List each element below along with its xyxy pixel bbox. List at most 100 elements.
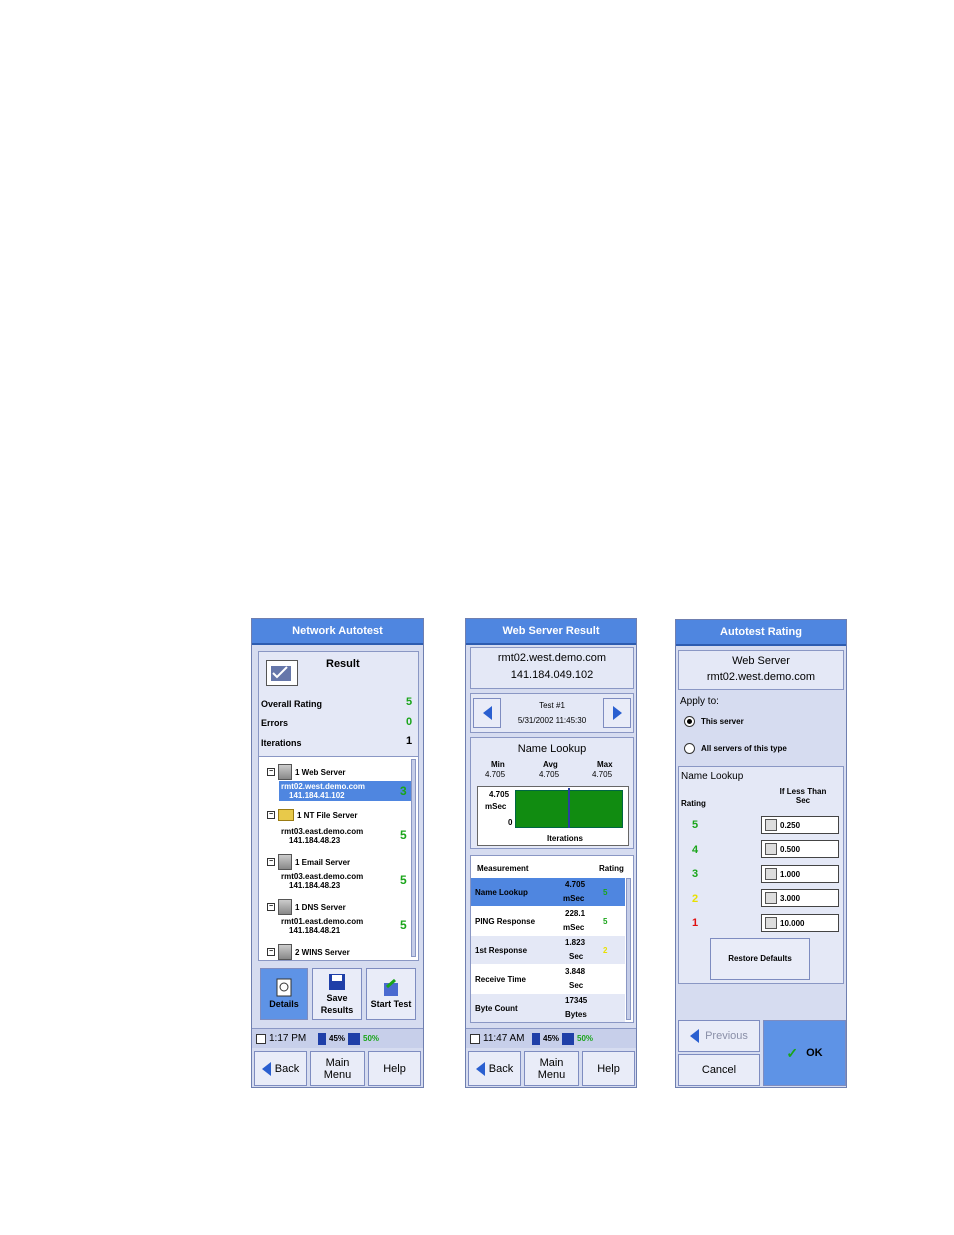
start-test-button[interactable]: Start Test: [366, 968, 416, 1020]
threshold-field-5[interactable]: 0.250: [761, 816, 839, 834]
keypad-icon[interactable]: [765, 917, 777, 929]
server-tree[interactable]: − 1 Web Server rmt02.west.demo.com 141.18…: [258, 756, 419, 961]
stat-min-value: 4.705: [485, 770, 506, 779]
table-row[interactable]: Receive Time 3.848 Sec: [471, 965, 625, 993]
measurement-rating: 5: [603, 887, 608, 897]
previous-label: Previous: [705, 1030, 748, 1042]
errors-label: Errors: [261, 718, 289, 728]
stat-avg-label: Avg: [543, 760, 558, 769]
server-host: rmt02.west.demo.com: [706, 671, 816, 683]
help-button[interactable]: Help: [368, 1051, 421, 1086]
table-row[interactable]: Byte Count 17345 Bytes: [471, 994, 625, 1022]
measurement-name: Receive Time: [475, 974, 526, 984]
ok-button[interactable]: ✓ OK: [763, 1020, 846, 1086]
tree-group-label: 2 WINS Server: [295, 947, 350, 957]
back-button[interactable]: Back: [468, 1051, 521, 1086]
tree-group-label: 1 Email Server: [295, 857, 351, 867]
details-button[interactable]: Details: [260, 968, 308, 1020]
main-menu-button[interactable]: Main Menu: [310, 1051, 365, 1086]
stat-max-value: 4.705: [592, 770, 613, 779]
server-ip: 141.184.049.102: [510, 669, 594, 681]
clock-icon: [256, 1033, 266, 1044]
table-row[interactable]: PING Response 228.1 mSec 5: [471, 907, 625, 935]
back-button[interactable]: Back: [254, 1051, 307, 1086]
help-label: Help: [597, 1062, 620, 1075]
rating-1: 1: [692, 917, 699, 929]
tree-host[interactable]: rmt03.east.demo.com: [281, 827, 363, 836]
tree-group-email[interactable]: − 1 Email Server: [267, 854, 350, 870]
y-axis-value: 4.705: [489, 790, 510, 799]
disk-icon: [348, 1032, 361, 1045]
radio-selected-icon[interactable]: [684, 716, 695, 727]
option-all-servers[interactable]: All servers of this type: [684, 743, 787, 754]
keypad-icon[interactable]: [765, 843, 777, 855]
tree-group-wins[interactable]: − 2 WINS Server: [267, 944, 350, 960]
tree-group-label: 1 NT File Server: [297, 810, 358, 820]
disk-icon: [562, 1032, 575, 1045]
save-results-button[interactable]: Save Results: [312, 968, 362, 1020]
magnifier-icon: [276, 978, 292, 997]
radio-icon[interactable]: [684, 743, 695, 754]
battery-level: 45%: [329, 1034, 346, 1043]
server-info: Web Server rmt02.west.demo.com: [678, 650, 844, 690]
table-row[interactable]: Name Lookup 4.705 mSec 5: [471, 878, 625, 906]
scrollbar[interactable]: [411, 759, 416, 957]
collapse-icon[interactable]: −: [267, 811, 275, 819]
help-button[interactable]: Help: [582, 1051, 635, 1086]
tree-group-dns[interactable]: − 1 DNS Server: [267, 899, 346, 915]
battery-level: 45%: [543, 1034, 560, 1043]
keypad-icon[interactable]: [765, 892, 777, 904]
iterations-label: Iterations: [261, 738, 302, 748]
tree-group-web[interactable]: − 1 Web Server: [267, 764, 346, 780]
keypad-icon[interactable]: [765, 819, 777, 831]
clock-time: 1:17 PM: [269, 1033, 307, 1044]
restore-label: Restore Defaults: [728, 954, 792, 963]
option-this-server[interactable]: This server: [684, 716, 744, 727]
main-menu-label: Main Menu: [537, 1056, 566, 1081]
threshold-value: 1.000: [780, 869, 801, 879]
back-arrow-icon: [475, 1061, 485, 1076]
measurement-name: 1st Response: [475, 945, 528, 955]
scrollbar[interactable]: [626, 878, 631, 1020]
main-menu-button[interactable]: Main Menu: [524, 1051, 579, 1086]
col-measurement: Measurement: [477, 864, 529, 873]
collapse-icon[interactable]: −: [267, 903, 275, 911]
collapse-icon[interactable]: −: [267, 768, 275, 776]
threshold-field-2[interactable]: 3.000: [761, 889, 839, 907]
iterations-value: 1: [406, 735, 413, 747]
keypad-icon[interactable]: [765, 868, 777, 880]
apply-label: Apply to:: [680, 696, 719, 707]
next-test-button[interactable]: [603, 698, 631, 728]
tree-host[interactable]: rmt01.east.demo.com: [281, 917, 363, 926]
tree-rating: 5: [400, 918, 407, 932]
test-selector: Test #1 5/31/2002 11:45:30: [470, 693, 634, 733]
rating-4: 4: [692, 844, 699, 856]
tree-group-nt[interactable]: − 1 NT File Server: [267, 809, 357, 821]
tree-host[interactable]: rmt03.east.demo.com: [281, 872, 363, 881]
checkmark-icon: ✓: [786, 1045, 799, 1061]
restore-defaults-button[interactable]: Restore Defaults: [710, 938, 810, 980]
col-threshold: If Less Than Sec: [779, 787, 827, 805]
col-rating: Rating: [681, 799, 706, 808]
screen-title: Autotest Rating: [676, 620, 846, 646]
stat-min-label: Min: [491, 760, 505, 769]
clock-icon: [470, 1033, 480, 1044]
screen-title: Network Autotest: [252, 619, 423, 645]
previous-button[interactable]: Previous: [678, 1020, 760, 1052]
collapse-icon[interactable]: −: [267, 948, 275, 956]
table-row[interactable]: 1st Response 1.823 Sec 2: [471, 936, 625, 964]
cancel-button[interactable]: Cancel: [678, 1054, 760, 1086]
option-label: All servers of this type: [701, 744, 787, 753]
collapse-icon[interactable]: −: [267, 858, 275, 866]
y-axis-unit: mSec: [485, 802, 507, 811]
details-label: Details: [269, 999, 299, 1009]
tree-ip: 141.184.48.23: [289, 836, 341, 845]
errors-value: 0: [406, 716, 413, 728]
stat-avg-value: 4.705: [539, 770, 560, 779]
tree-ip: 141.184.48.21: [289, 926, 341, 935]
threshold-field-1[interactable]: 10.000: [761, 914, 839, 932]
threshold-field-3[interactable]: 1.000: [761, 865, 839, 883]
disk-level: 50%: [363, 1034, 380, 1043]
threshold-field-4[interactable]: 0.500: [761, 840, 839, 858]
folder-icon: [278, 809, 294, 821]
